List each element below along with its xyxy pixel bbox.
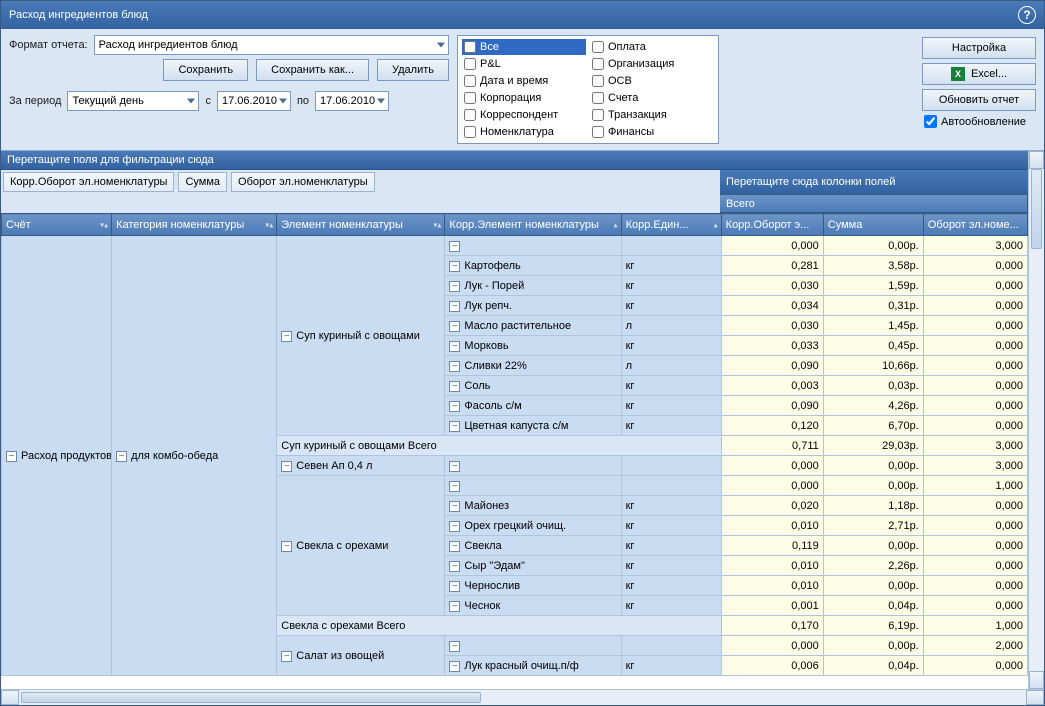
collapse-toggle-icon[interactable]: − [116,451,127,462]
check-osv[interactable]: ОСВ [592,73,712,89]
hdr-account[interactable]: Счёт▾▴ [2,214,112,236]
collapse-toggle-icon[interactable]: − [449,421,460,432]
pivot-table: Счёт▾▴ Категория номенклатуры▾▴ Элемент … [1,213,1028,676]
field-selector: Все Оплата P&L Организация Дата и время … [457,35,719,144]
hdr-category[interactable]: Категория номенклатуры▾▴ [112,214,277,236]
horizontal-scrollbar[interactable] [1,689,1044,705]
collapse-toggle-icon[interactable]: − [449,661,460,672]
collapse-toggle-icon[interactable]: − [281,651,292,662]
field-sum[interactable]: Сумма [178,172,227,192]
hdr-v1[interactable]: Корр.Оборот э... [721,214,823,236]
check-trans[interactable]: Транзакция [592,107,712,123]
collapse-toggle-icon[interactable]: − [281,541,292,552]
element-cell: −Севен Ап 0,4 л [277,456,445,476]
format-label: Формат отчета: [9,39,88,51]
check-corr[interactable]: Корреспондент [464,107,584,123]
collapse-toggle-icon[interactable]: − [449,361,460,372]
title-bar: Расход ингредиентов блюд ? [1,1,1044,29]
account-cell: −Расход продуктов [2,236,112,676]
data-fields-row: Корр.Оборот эл.номенклатуры Сумма Оборот… [1,170,1028,194]
column-drop-zone[interactable]: Перетащите сюда колонки полей [720,170,1028,194]
check-pl[interactable]: P&L [464,56,584,72]
vertical-scrollbar[interactable] [1028,151,1044,689]
collapse-toggle-icon[interactable]: − [281,331,292,342]
category-cell: −для комбо-обеда [112,236,277,676]
collapse-toggle-icon[interactable]: − [449,281,460,292]
window-title: Расход ингредиентов блюд [9,9,148,21]
auto-refresh-check[interactable]: Автообновление [922,115,1036,128]
format-combo[interactable]: Расход ингредиентов блюд [94,35,449,55]
collapse-toggle-icon[interactable]: − [449,261,460,272]
collapse-toggle-icon[interactable]: − [6,451,17,462]
hdr-element[interactable]: Элемент номенклатуры▾▴ [277,214,445,236]
to-label: по [297,95,309,107]
collapse-toggle-icon[interactable]: − [449,241,460,252]
element-cell: −Суп куриный с овощами [277,236,445,436]
check-finance[interactable]: Финансы [592,124,712,140]
collapse-toggle-icon[interactable]: − [449,641,460,652]
collapse-toggle-icon[interactable]: − [449,461,460,472]
collapse-toggle-icon[interactable]: − [449,521,460,532]
collapse-toggle-icon[interactable]: − [449,481,460,492]
date-from[interactable]: 17.06.2010 [217,91,291,111]
save-as-button[interactable]: Сохранить как... [256,59,369,81]
from-label: с [205,95,211,107]
save-button[interactable]: Сохранить [163,59,248,81]
hdr-v2[interactable]: Сумма [823,214,923,236]
help-icon[interactable]: ? [1018,6,1036,24]
date-to[interactable]: 17.06.2010 [315,91,389,111]
filter-drop-zone[interactable]: Перетащите поля для фильтрации сюда [1,151,1028,170]
collapse-toggle-icon[interactable]: − [449,581,460,592]
collapse-toggle-icon[interactable]: − [449,321,460,332]
excel-icon: X [951,67,965,81]
collapse-toggle-icon[interactable]: − [449,541,460,552]
check-nomen[interactable]: Номенклатура [464,124,584,140]
hdr-corr-unit[interactable]: Корр.Един...▴ [621,214,721,236]
collapse-toggle-icon[interactable]: − [449,561,460,572]
period-label: За период [9,95,61,107]
field-corr-turnover[interactable]: Корр.Оборот эл.номенклатуры [3,172,174,192]
check-corp[interactable]: Корпорация [464,90,584,106]
field-turnover[interactable]: Оборот эл.номенклатуры [231,172,375,192]
toolbar: Формат отчета: Расход ингредиентов блюд … [1,29,1044,151]
collapse-toggle-icon[interactable]: − [449,401,460,412]
total-header: Всего [720,194,1028,213]
excel-button[interactable]: XExcel... [922,63,1036,85]
element-cell: −Свекла с орехами [277,476,445,616]
collapse-toggle-icon[interactable]: − [449,601,460,612]
collapse-toggle-icon[interactable]: − [449,301,460,312]
element-cell: −Салат из овощей [277,636,445,676]
hdr-v3[interactable]: Оборот эл.номе... [923,214,1027,236]
period-combo[interactable]: Текущий день [67,91,199,111]
delete-button[interactable]: Удалить [377,59,449,81]
refresh-button[interactable]: Обновить отчет [922,89,1036,111]
check-all[interactable]: Все [462,39,586,55]
collapse-toggle-icon[interactable]: − [449,381,460,392]
check-datetime[interactable]: Дата и время [464,73,584,89]
check-org[interactable]: Организация [592,56,712,72]
settings-button[interactable]: Настройка [922,37,1036,59]
hdr-corr-element[interactable]: Корр.Элемент номенклатуры▴ [445,214,621,236]
collapse-toggle-icon[interactable]: − [449,501,460,512]
collapse-toggle-icon[interactable]: − [449,341,460,352]
collapse-toggle-icon[interactable]: − [281,461,292,472]
check-payment[interactable]: Оплата [592,39,712,55]
check-accounts[interactable]: Счета [592,90,712,106]
